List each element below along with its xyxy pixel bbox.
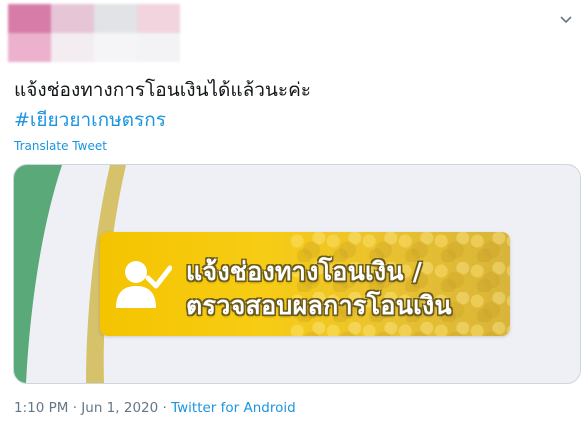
- tweet-media-image[interactable]: แจ้งช่องทางโอนเงิน / ตรวจสอบผลการโอนเงิน: [13, 164, 581, 384]
- avatar-tile: [137, 4, 180, 33]
- avatar-tile: [51, 4, 94, 33]
- avatar-tile: [8, 4, 51, 33]
- tweet-date[interactable]: Jun 1, 2020: [81, 400, 158, 416]
- avatar-tile: [137, 33, 180, 62]
- user-check-icon: [116, 261, 172, 308]
- meta-separator: ·: [162, 400, 167, 416]
- chevron-down-icon[interactable]: [558, 12, 574, 28]
- tweet-source-link[interactable]: Twitter for Android: [171, 400, 296, 416]
- translate-tweet-link[interactable]: Translate Tweet: [14, 139, 107, 153]
- meta-separator: ·: [72, 400, 77, 416]
- avatar-tile: [51, 33, 94, 62]
- tweet-text: แจ้งช่องทางการโอนเงินได้แล้วนะค่ะ: [14, 79, 312, 101]
- avatar-tile: [94, 33, 137, 62]
- banner-title-line2: ตรวจสอบผลการโอนเงิน: [186, 291, 452, 320]
- avatar-tile: [8, 33, 51, 62]
- hashtag-link[interactable]: #เยียวยาเกษตรกร: [14, 106, 166, 134]
- blurred-profile-avatar[interactable]: [8, 4, 180, 62]
- tweet-header: [0, 0, 588, 64]
- tweet-metadata: 1:10 PM · Jun 1, 2020 · Twitter for Andr…: [14, 400, 296, 416]
- avatar-tile: [94, 4, 137, 33]
- tweet-time[interactable]: 1:10 PM: [14, 400, 68, 416]
- transfer-channel-banner: แจ้งช่องทางโอนเงิน / ตรวจสอบผลการโอนเงิน: [100, 232, 510, 336]
